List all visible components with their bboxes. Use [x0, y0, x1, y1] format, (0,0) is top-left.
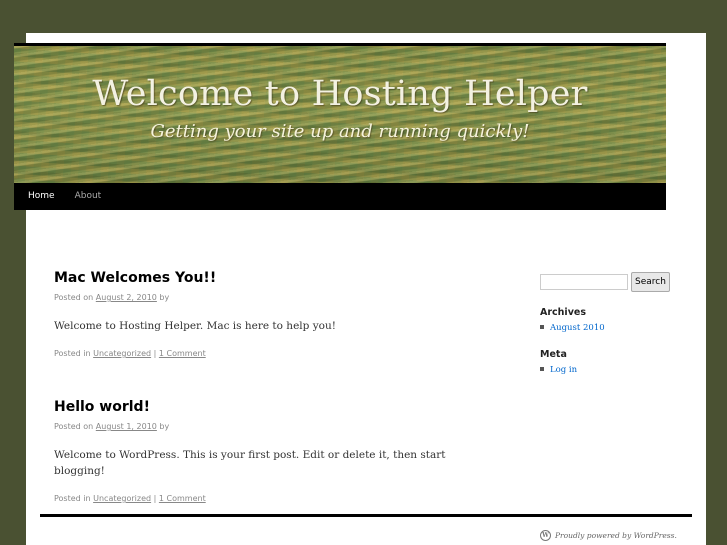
nav-item-home[interactable]: Home [18, 183, 65, 210]
comments-link[interactable]: 1 Comment [159, 494, 206, 503]
header-banner: Welcome to Hosting Helper Getting your s… [14, 46, 666, 183]
post-body: Welcome to Hosting Helper. Mac is here t… [54, 320, 336, 332]
by-label: by [159, 293, 170, 302]
footer-border [40, 514, 692, 517]
credit-text: Proudly powered by WordPress. [555, 531, 677, 540]
post-mac-welcomes: Mac Welcomes You!! Posted on August 2, 2… [54, 268, 494, 360]
by-label: by [159, 422, 170, 431]
site-header: Welcome to Hosting Helper Getting your s… [14, 43, 666, 210]
search-button[interactable]: Search [631, 272, 670, 292]
separator: | [153, 494, 157, 503]
post-title[interactable]: Mac Welcomes You!! [54, 268, 494, 288]
post-body: Welcome to WordPress. This is your first… [54, 449, 446, 477]
post-date-link[interactable]: August 2, 2010 [96, 293, 157, 302]
comments-link[interactable]: 1 Comment [159, 349, 206, 358]
nav-item-about[interactable]: About [65, 183, 112, 210]
archives-list: August 2010 [540, 322, 680, 334]
meta-list: Log in [540, 364, 680, 376]
search-input[interactable] [540, 274, 628, 290]
separator: | [153, 349, 157, 358]
search-form: Search [540, 272, 680, 292]
login-link[interactable]: Log in [540, 364, 680, 376]
post-title[interactable]: Hello world! [54, 397, 494, 417]
wordpress-logo-icon: W [540, 530, 551, 541]
site-tagline: Getting your site up and running quickly… [150, 121, 530, 142]
main-navigation: Home About [14, 183, 666, 210]
post-meta: Posted on August 1, 2010 by [54, 421, 494, 433]
category-link[interactable]: Uncategorized [93, 349, 151, 358]
archives-title: Archives [540, 307, 586, 318]
main-content: Mac Welcomes You!! Posted on August 2, 2… [54, 268, 494, 505]
posted-on-label: Posted on [54, 293, 94, 302]
meta-title: Meta [540, 349, 567, 360]
post-meta: Posted on August 2, 2010 by [54, 292, 494, 304]
archive-link-august-2010[interactable]: August 2010 [540, 322, 680, 334]
posted-in-label: Posted in [54, 349, 91, 358]
post-utility: Posted in Uncategorized | 1 Comment [54, 348, 494, 360]
post-hello-world: Hello world! Posted on August 1, 2010 by… [54, 397, 494, 505]
sidebar: Search Archives August 2010 Meta Log in [540, 272, 680, 376]
site-title[interactable]: Welcome to Hosting Helper [14, 74, 666, 114]
wordpress-credit-link[interactable]: W Proudly powered by WordPress. [540, 530, 677, 541]
posted-on-label: Posted on [54, 422, 94, 431]
post-utility: Posted in Uncategorized | 1 Comment [54, 493, 494, 505]
category-link[interactable]: Uncategorized [93, 494, 151, 503]
post-date-link[interactable]: August 1, 2010 [96, 422, 157, 431]
posted-in-label: Posted in [54, 494, 91, 503]
